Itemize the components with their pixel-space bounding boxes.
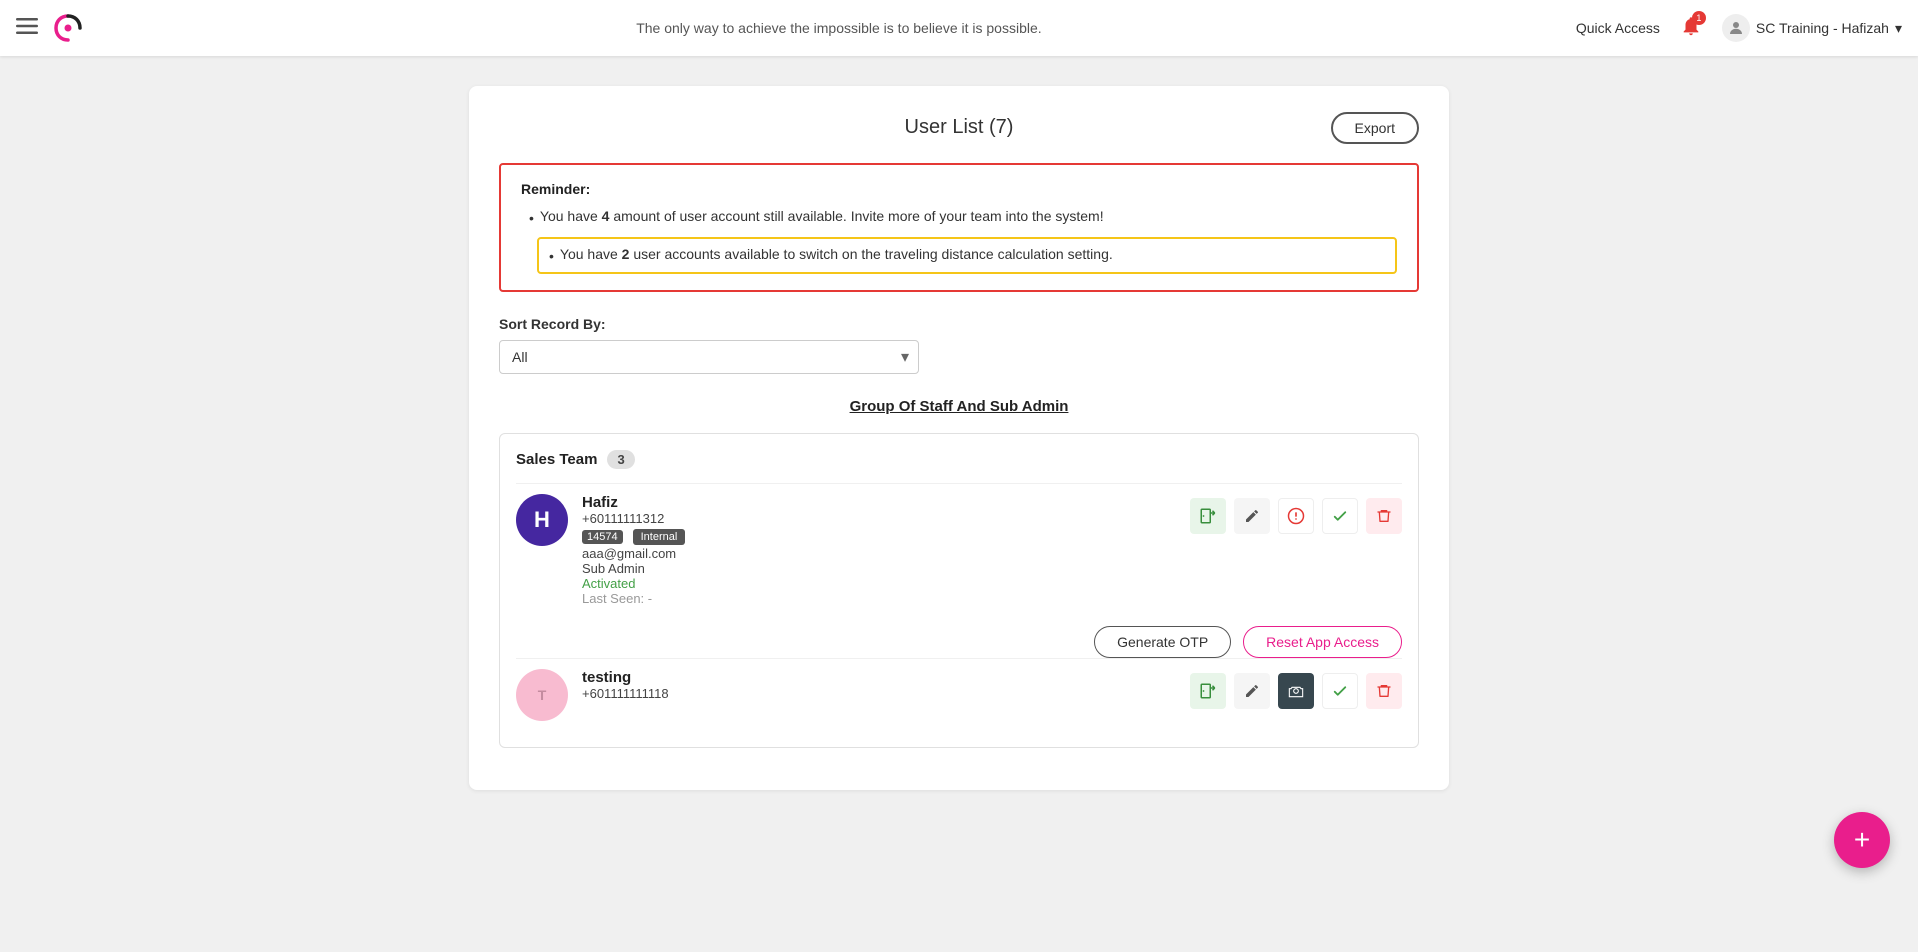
delete-btn-2[interactable]	[1366, 673, 1402, 709]
user-actions-testing	[1190, 673, 1402, 709]
user-bottom-actions-hafiz: Generate OTP Reset App Access	[516, 626, 1402, 658]
reminder-item-1: • You have 4 amount of user account stil…	[529, 205, 1397, 229]
page-title-row: User List (7) Export	[499, 116, 1419, 139]
app-header: The only way to achieve the impossible i…	[0, 0, 1918, 56]
reminder-title: Reminder:	[521, 181, 1397, 197]
team-section-sales: Sales Team 3 H Hafiz +60111111312 14574 …	[499, 433, 1419, 748]
page-card: User List (7) Export Reminder: • You hav…	[469, 86, 1449, 790]
table-row: T testing +601111111118	[516, 658, 1402, 731]
generate-otp-button[interactable]: Generate OTP	[1094, 626, 1231, 658]
user-phone-hafiz: +60111111312	[582, 511, 1190, 526]
user-id-badge: 14574	[582, 530, 623, 544]
avatar: T	[516, 669, 568, 721]
internal-badge: Internal	[633, 529, 686, 545]
quick-access-link[interactable]: Quick Access	[1576, 20, 1660, 36]
header-right-section: Quick Access 1 SC Training - Hafizah ▾	[1576, 14, 1902, 42]
user-email-hafiz: aaa@gmail.com	[582, 546, 1190, 561]
notifications-bell[interactable]: 1	[1680, 15, 1702, 42]
user-status-hafiz: Activated	[582, 576, 1190, 591]
door-icon-btn-2[interactable]	[1190, 673, 1226, 709]
door-icon-btn[interactable]	[1190, 498, 1226, 534]
team-header: Sales Team 3	[516, 450, 1402, 469]
table-row: H Hafiz +60111111312 14574 Internal aaa@…	[516, 483, 1402, 616]
delete-btn[interactable]	[1366, 498, 1402, 534]
user-info: Hafiz +60111111312 14574 Internal aaa@gm…	[582, 494, 1190, 606]
reminder-text-2: You have 2 user accounts available to sw…	[560, 243, 1113, 265]
user-info-testing: testing +601111111118	[582, 669, 1190, 701]
bell-badge: 1	[1692, 11, 1706, 25]
fab-add-button[interactable]: +	[1834, 812, 1890, 868]
avatar: H	[516, 494, 568, 546]
export-button[interactable]: Export	[1331, 112, 1419, 144]
reminder-box: Reminder: • You have 4 amount of user ac…	[499, 163, 1419, 292]
user-name-testing: testing	[582, 669, 1190, 686]
user-last-seen-hafiz: Last Seen: -	[582, 591, 1190, 606]
app-logo	[50, 10, 86, 46]
bullet-1: •	[529, 207, 534, 229]
edit-pencil-btn[interactable]	[1234, 498, 1270, 534]
check-btn[interactable]	[1322, 498, 1358, 534]
team-name: Sales Team	[516, 451, 597, 468]
reset-app-access-button[interactable]: Reset App Access	[1243, 626, 1402, 658]
edit-pencil-btn-2[interactable]	[1234, 673, 1270, 709]
user-avatar-icon	[1722, 14, 1750, 42]
sort-label: Sort Record By:	[499, 316, 1419, 332]
team-count-badge: 3	[607, 450, 634, 469]
user-role-hafiz: Sub Admin	[582, 561, 1190, 576]
user-name-hafiz: Hafiz	[582, 494, 1190, 511]
info-btn[interactable]	[1278, 498, 1314, 534]
bullet-2: •	[549, 245, 554, 267]
header-tagline: The only way to achieve the impossible i…	[102, 20, 1576, 36]
user-meta-row: 14574 Internal	[582, 528, 1190, 546]
main-content: User List (7) Export Reminder: • You hav…	[0, 56, 1918, 820]
group-heading: Group Of Staff And Sub Admin	[499, 398, 1419, 415]
hamburger-menu-icon[interactable]	[16, 17, 38, 40]
sort-select-wrapper: All Active Inactive Admin Sub Admin ▾	[499, 340, 919, 374]
user-name-label: SC Training - Hafizah	[1756, 20, 1889, 36]
reminder-item-2: • You have 2 user accounts available to …	[537, 237, 1397, 273]
user-menu[interactable]: SC Training - Hafizah ▾	[1722, 14, 1902, 42]
user-actions-hafiz	[1190, 498, 1402, 534]
check-btn-2[interactable]	[1322, 673, 1358, 709]
sort-select[interactable]: All Active Inactive Admin Sub Admin	[499, 340, 919, 374]
reminder-text-1: You have 4 amount of user account still …	[540, 205, 1104, 227]
user-phone-testing: +601111111118	[582, 686, 1190, 701]
chevron-down-icon: ▾	[1895, 20, 1902, 37]
camera-btn-2[interactable]	[1278, 673, 1314, 709]
page-title: User List (7)	[905, 116, 1014, 139]
sort-section: Sort Record By: All Active Inactive Admi…	[499, 316, 1419, 374]
